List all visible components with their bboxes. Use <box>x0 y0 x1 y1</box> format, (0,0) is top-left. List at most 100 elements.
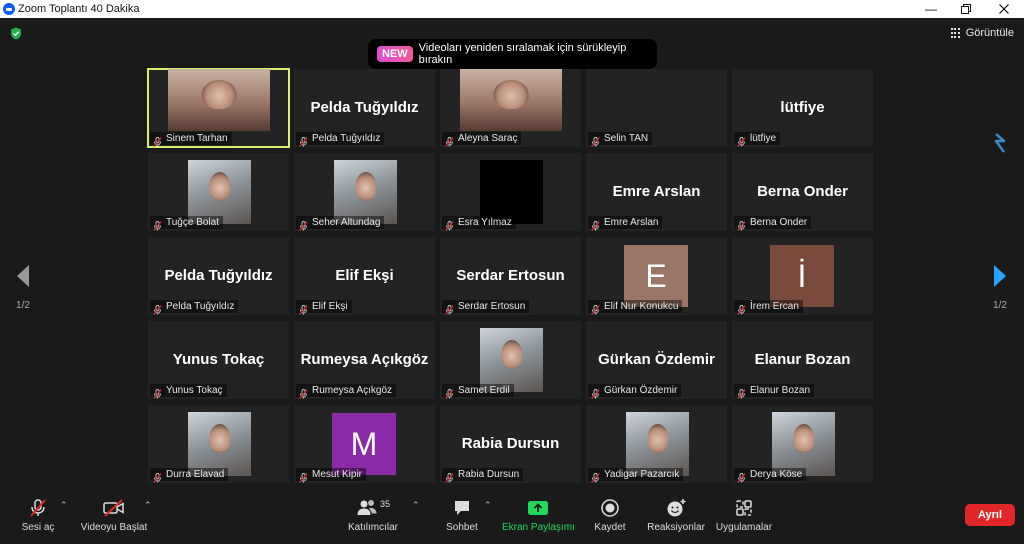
participant-tile[interactable]: Esra Yılmaz <box>440 153 581 231</box>
participant-tile[interactable]: Emre Arslan Emre Arslan <box>586 153 727 231</box>
participant-tile[interactable]: Berna Onder Berna Onder <box>732 153 873 231</box>
participant-name-label: Seher Altundag <box>312 217 381 228</box>
participant-nameplate: Yunus Tokaç <box>150 384 227 399</box>
muted-mic-icon <box>299 302 308 315</box>
participant-tile[interactable]: Pelda Tuğyıldız Pelda Tuğyıldız <box>148 237 289 315</box>
muted-mic-icon <box>445 386 454 399</box>
muted-mic-icon <box>737 302 746 315</box>
participant-nameplate: Durra Elavad <box>150 468 229 483</box>
record-button[interactable]: Kaydet <box>590 498 630 533</box>
participant-tile[interactable]: Durra Elavad <box>148 405 289 483</box>
participant-tile[interactable]: Elanur Bozan Elanur Bozan <box>732 321 873 399</box>
reactions-label: Reaksiyonlar <box>647 522 705 533</box>
participant-name-label: Durra Elavad <box>166 469 225 480</box>
participant-name-label: Sinem Tarhan <box>166 133 228 144</box>
participant-tile[interactable]: Sinem Tarhan <box>147 68 290 148</box>
unmute-button[interactable]: Sesi aç <box>18 498 58 533</box>
participant-tile[interactable]: Yadigar Pazarcık <box>586 405 727 483</box>
participant-name-label: Elanur Bozan <box>750 385 811 396</box>
participant-display-name: Pelda Tuğyıldız <box>164 267 273 284</box>
participant-tile[interactable]: Rabia Dursun Rabia Dursun <box>440 405 581 483</box>
view-button[interactable]: Görüntüle <box>950 24 1014 42</box>
participant-tile[interactable]: M Mesut Kipir <box>294 405 435 483</box>
chat-label: Sohbet <box>446 522 478 533</box>
participant-nameplate: Mesut Kipir <box>296 468 367 483</box>
view-button-label: Görüntüle <box>965 27 1014 39</box>
apps-icon <box>736 500 752 516</box>
zoom-meeting-window: Zoom Toplantı 40 Dakika — NEW Videoları … <box>0 0 1024 544</box>
participant-nameplate: Pelda Tuğyıldız <box>296 132 385 147</box>
participant-video <box>188 412 251 476</box>
apps-label: Uygulamalar <box>715 522 773 533</box>
participant-tile[interactable]: Derya Köse <box>732 405 873 483</box>
restore-button[interactable] <box>947 0 985 18</box>
participant-name-label: Yadigar Pazarcık <box>604 469 680 480</box>
participant-display-name: Gürkan Özdemir <box>598 351 715 368</box>
participant-name-label: Rumeysa Açıkgöz <box>312 385 393 396</box>
muted-mic-icon <box>153 302 162 315</box>
participant-tile[interactable]: Rumeysa Açıkgöz Rumeysa Açıkgöz <box>294 321 435 399</box>
participant-tile[interactable]: Elif Ekşi Elif Ekşi <box>294 237 435 315</box>
participant-name-label: Elif Ekşi <box>312 301 348 312</box>
muted-mic-icon <box>591 386 600 399</box>
participant-name-label: Aleyna Saraç <box>458 133 518 144</box>
close-button[interactable] <box>985 0 1023 18</box>
participant-nameplate: Elif Nur Konukcu <box>588 300 683 315</box>
start-video-label: Videoyu Başlat <box>80 522 148 533</box>
minimize-button[interactable]: — <box>912 0 950 18</box>
muted-mic-icon <box>591 470 600 483</box>
participants-count: 35 <box>380 499 391 509</box>
participant-display-name: Berna Onder <box>757 183 848 200</box>
participant-tile[interactable]: İ İrem Ercan <box>732 237 873 315</box>
participant-name-label: Pelda Tuğyıldız <box>312 133 381 144</box>
participant-tile[interactable]: Pelda Tuğyıldız Pelda Tuğyıldız <box>294 69 435 147</box>
participant-face <box>201 80 237 109</box>
participant-name-label: Pelda Tuğyıldız <box>166 301 235 312</box>
participant-name-label: Rabia Dursun <box>458 469 520 480</box>
participant-display-name: Emre Arslan <box>612 183 701 200</box>
muted-mic-icon <box>591 302 600 315</box>
participant-display-name: Serdar Ertosun <box>456 267 565 284</box>
share-screen-button[interactable]: Ekran Paylaşımı <box>502 498 575 533</box>
participant-tile[interactable]: E Elif Nur Konukcu <box>586 237 727 315</box>
side-panel-toggle-icon[interactable] <box>990 132 1010 154</box>
participant-nameplate: Rabia Dursun <box>442 468 524 483</box>
participant-tile[interactable]: Seher Altundag <box>294 153 435 231</box>
participant-tile[interactable]: Yunus Tokaç Yunus Tokaç <box>148 321 289 399</box>
participant-tile[interactable]: Aleyna Saraç <box>440 69 581 147</box>
start-video-button[interactable]: Videoyu Başlat <box>80 498 148 533</box>
participant-tile[interactable]: lütfiye lütfiye <box>732 69 873 147</box>
participant-display-name: Pelda Tuğyıldız <box>310 99 419 116</box>
participant-tile[interactable]: Selin TAN <box>586 69 727 147</box>
leave-meeting-button[interactable]: Ayrıl <box>965 504 1015 526</box>
participant-nameplate: Esra Yılmaz <box>442 216 516 231</box>
share-screen-icon <box>528 501 548 515</box>
participant-name-label: Yunus Tokaç <box>166 385 223 396</box>
participant-face <box>208 423 231 453</box>
new-badge: NEW <box>377 46 413 62</box>
chat-button[interactable]: Sohbet <box>444 498 480 533</box>
muted-mic-icon <box>591 134 600 147</box>
participant-nameplate: Seher Altundag <box>296 216 385 231</box>
apps-button[interactable]: Uygulamalar <box>714 498 774 533</box>
audio-options-caret-icon[interactable]: ⌃ <box>60 500 68 511</box>
participants-options-caret-icon[interactable]: ⌃ <box>412 500 420 511</box>
previous-page-control[interactable]: 1/2 <box>8 265 38 311</box>
leave-meeting-label: Ayrıl <box>977 509 1003 521</box>
muted-mic-icon <box>737 470 746 483</box>
chat-options-caret-icon[interactable]: ⌃ <box>484 500 492 511</box>
participant-tile[interactable]: Serdar Ertosun Serdar Ertosun <box>440 237 581 315</box>
reactions-button[interactable]: Reaksiyonlar <box>646 498 706 533</box>
next-page-control[interactable]: 1/2 <box>985 265 1015 311</box>
security-shield-icon[interactable] <box>10 27 22 40</box>
participant-tile[interactable]: Gürkan Özdemir Gürkan Özdemir <box>586 321 727 399</box>
title-bar: Zoom Toplantı 40 Dakika — <box>0 0 1024 18</box>
participant-tile[interactable]: Tuğçe Bolat <box>148 153 289 231</box>
participants-button[interactable]: 35 Katılımcılar <box>346 498 400 533</box>
participant-nameplate: Yadigar Pazarcık <box>588 468 684 483</box>
zoom-app-icon <box>3 3 15 15</box>
chat-bubble-icon <box>455 501 469 515</box>
participant-tile[interactable]: Samet Erdil <box>440 321 581 399</box>
video-options-caret-icon[interactable]: ⌃ <box>144 500 152 511</box>
muted-mic-icon <box>737 134 746 147</box>
